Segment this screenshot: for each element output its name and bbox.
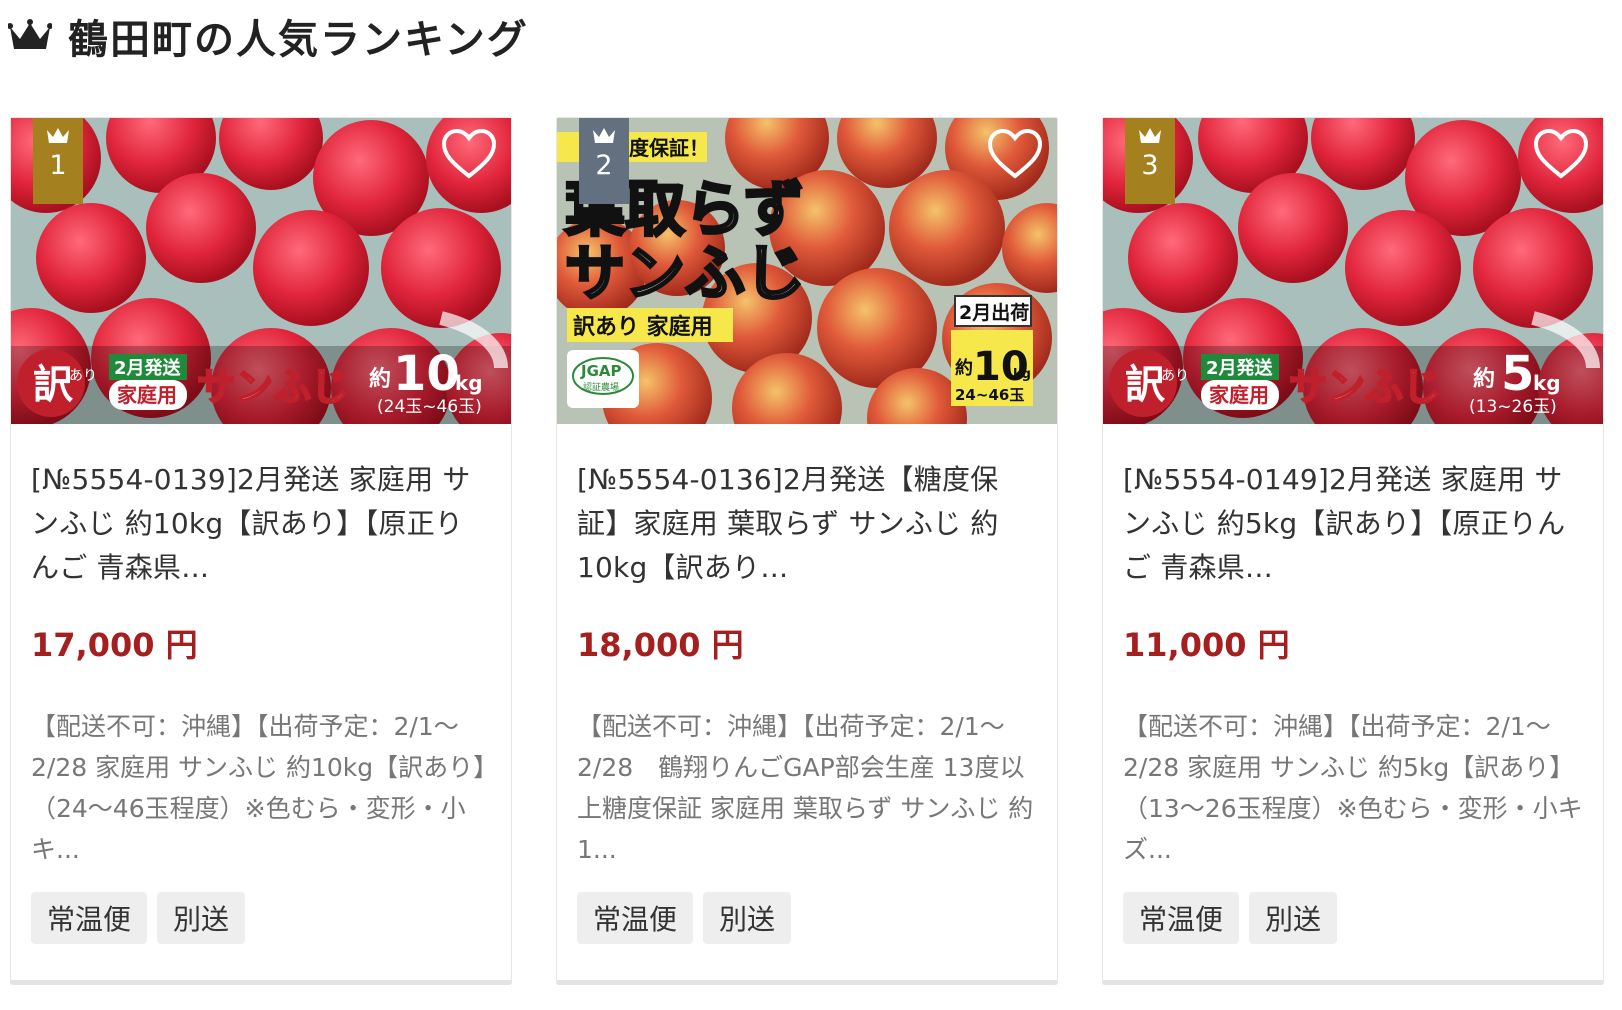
image-approx-3: 約 bbox=[1473, 366, 1495, 392]
crown-icon bbox=[8, 19, 52, 49]
image-banner-2: 度保証！ bbox=[629, 136, 709, 160]
image-count-2: 24~46玉 bbox=[955, 386, 1024, 404]
product-image-2[interactable]: 度保証！ 葉取らず サンふじ 訳あり 家庭用 JGAP 認証農場 2月出荷 約 … bbox=[557, 118, 1057, 424]
rank-badge-1: 1 bbox=[33, 118, 83, 204]
rank-badge-3: 3 bbox=[1125, 118, 1175, 204]
product-image-3[interactable]: 訳 あり 2月発送 家庭用 サンふじ 約 5 kg (13~26玉) bbox=[1103, 118, 1603, 424]
tag-separate-shipping: 別送 bbox=[157, 892, 246, 944]
image-wake-1: 訳 bbox=[33, 362, 74, 408]
crown-icon bbox=[1139, 128, 1161, 143]
image-name-1: サンふじ bbox=[197, 365, 349, 409]
product-title[interactable]: [№5554-0139]2月発送 家庭用 サンふじ 約10kg【訳あり】【原正り… bbox=[31, 458, 491, 590]
image-ship-3: 2月発送 bbox=[1206, 357, 1274, 379]
tag-separate-shipping: 別送 bbox=[1249, 892, 1338, 944]
rank-number: 1 bbox=[49, 150, 67, 181]
product-price: 11,000 円 bbox=[1123, 626, 1290, 664]
product-price: 18,000 円 bbox=[577, 626, 744, 664]
crown-icon bbox=[47, 128, 69, 143]
image-ship-1: 2月発送 bbox=[114, 357, 182, 379]
image-unit-2: kg bbox=[1013, 367, 1031, 382]
favorite-heart-icon[interactable] bbox=[987, 128, 1043, 180]
product-description: 【配送不可：沖縄】【出荷予定：2/1～2/28 家庭用 サンふじ 約10kg【訳… bbox=[31, 712, 486, 864]
image-line2-2: サンふじ bbox=[565, 239, 805, 309]
ranking-list: 訳 あり 2月発送 家庭用 サンふじ 約 10 kg (24玉~46玉) 1 [… bbox=[10, 117, 1622, 990]
image-ari-1: あり bbox=[69, 368, 97, 384]
image-approx-1: 約 bbox=[369, 366, 391, 392]
image-gap-sub-2: 認証農場 bbox=[583, 381, 619, 393]
ranking-title: 鶴田町の人気ランキング bbox=[68, 17, 529, 63]
product-title[interactable]: [№5554-0149]2月発送 家庭用 サンふじ 約5kg【訳あり】【原正りん… bbox=[1123, 458, 1583, 590]
crown-icon bbox=[593, 128, 615, 143]
image-gap-2: JGAP bbox=[580, 362, 622, 380]
product-image-1[interactable]: 訳 あり 2月発送 家庭用 サンふじ 約 10 kg (24玉~46玉) bbox=[11, 118, 511, 424]
image-approx-2: 約 bbox=[955, 357, 973, 379]
product-price: 17,000 円 bbox=[31, 626, 198, 664]
image-wake-3: 訳 bbox=[1125, 362, 1166, 408]
image-count-1: (24玉~46玉) bbox=[377, 397, 482, 417]
tag-list: 常温便 別送 bbox=[577, 892, 1037, 944]
favorite-heart-icon[interactable] bbox=[441, 128, 497, 180]
rank-badge-2: 2 bbox=[579, 118, 629, 204]
image-ship-2: 2月出荷 bbox=[959, 301, 1029, 324]
image-weight-1: 10 bbox=[393, 346, 460, 402]
image-count-3: (13~26玉) bbox=[1469, 397, 1557, 417]
product-description: 【配送不可：沖縄】【出荷予定：2/1～2/28 鶴翔りんごGAP部会生産 13度… bbox=[577, 712, 1034, 864]
ranking-header: 鶴田町の人気ランキング bbox=[8, 8, 529, 64]
product-title[interactable]: [№5554-0136]2月発送【糖度保証】家庭用 葉取らず サンふじ 約10k… bbox=[577, 458, 1037, 590]
rank-number: 2 bbox=[595, 150, 613, 181]
product-card-2[interactable]: 度保証！ 葉取らず サンふじ 訳あり 家庭用 JGAP 認証農場 2月出荷 約 … bbox=[556, 117, 1058, 985]
image-unit-1: kg bbox=[455, 371, 483, 395]
image-name-3: サンふじ bbox=[1289, 365, 1441, 409]
tag-shipping-temp: 常温便 bbox=[1123, 892, 1240, 944]
image-home-3: 家庭用 bbox=[1209, 383, 1269, 407]
tag-separate-shipping: 別送 bbox=[703, 892, 792, 944]
image-ari-3: あり bbox=[1161, 368, 1189, 384]
rank-number: 3 bbox=[1141, 150, 1159, 181]
product-description: 【配送不可：沖縄】【出荷予定：2/1～2/28 家庭用 サンふじ 約5kg【訳あ… bbox=[1123, 712, 1583, 864]
tag-list: 常温便 別送 bbox=[1123, 892, 1583, 944]
tag-shipping-temp: 常温便 bbox=[577, 892, 694, 944]
tag-shipping-temp: 常温便 bbox=[31, 892, 148, 944]
image-label-2: 訳あり 家庭用 bbox=[573, 314, 713, 340]
image-weight-3: 5 bbox=[1501, 346, 1534, 402]
favorite-heart-icon[interactable] bbox=[1533, 128, 1589, 180]
image-home-1: 家庭用 bbox=[117, 383, 177, 407]
image-unit-3: kg bbox=[1533, 371, 1561, 395]
product-card-3[interactable]: 訳 あり 2月発送 家庭用 サンふじ 約 5 kg (13~26玉) 3 [№5… bbox=[1102, 117, 1604, 985]
product-card-1[interactable]: 訳 あり 2月発送 家庭用 サンふじ 約 10 kg (24玉~46玉) 1 [… bbox=[10, 117, 512, 985]
tag-list: 常温便 別送 bbox=[31, 892, 491, 944]
